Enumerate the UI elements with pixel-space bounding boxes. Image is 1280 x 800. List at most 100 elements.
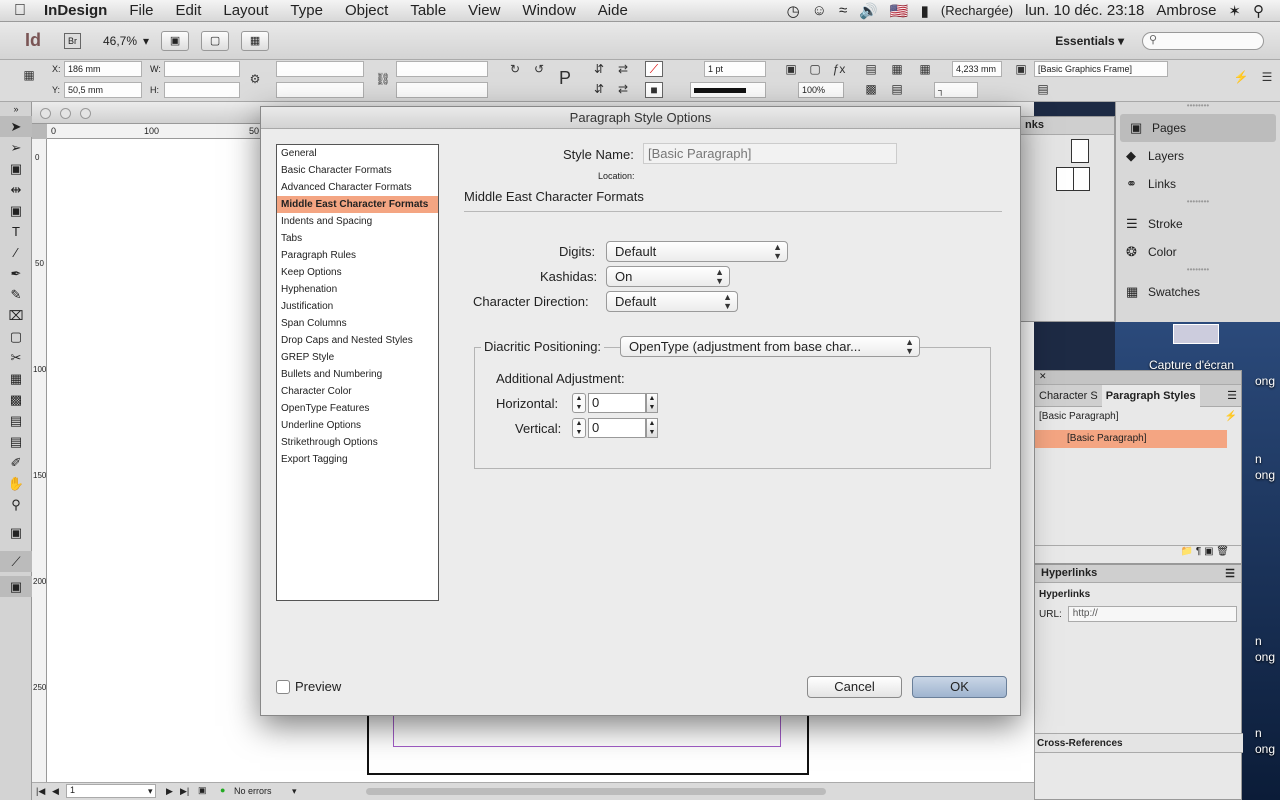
gradient-feather-tool-icon[interactable]: ▤ [0,410,32,431]
battery-icon[interactable]: ▮ [915,2,935,20]
zoom-level[interactable]: 46,7% [103,34,137,48]
width-field[interactable] [164,61,240,77]
scissors-tool-icon[interactable]: ✂ [0,347,32,368]
vertical-stepper-arrows[interactable]: ▲ ▼ [572,418,586,438]
fill-stroke-icon[interactable]: ▣ [0,515,32,551]
dock-grip[interactable]: •••••••• [1116,102,1280,114]
close-icon[interactable]: ✕ [1039,371,1047,381]
menu-file[interactable]: File [118,2,164,19]
category-basic-character-formats[interactable]: Basic Character Formats [277,162,438,179]
cancel-button[interactable]: Cancel [807,676,902,698]
rotate-ccw-icon[interactable]: ↺ [530,62,548,78]
screen-mode-button[interactable]: ▢ [201,30,230,51]
panel-menu-icon[interactable]: ☰ [1258,70,1276,86]
url-input[interactable]: http:// [1067,606,1237,622]
category-span-columns[interactable]: Span Columns [277,315,438,332]
rotate-cw-icon[interactable]: ↻ [506,62,524,78]
preview-checkbox[interactable]: Preview [276,679,341,694]
category-indents-and-spacing[interactable]: Indents and Spacing [277,213,438,230]
apply-none-icon[interactable]: ⟋ [0,551,32,572]
menu-type[interactable]: Type [279,2,334,19]
category-drop-caps-nested-styles[interactable]: Drop Caps and Nested Styles [277,332,438,349]
view-options-button[interactable]: ▣ [161,30,190,51]
last-page-icon[interactable]: ▶| [180,786,189,797]
previous-page-icon[interactable]: ◀ [52,786,59,797]
rectangle-frame-tool-icon[interactable]: ⌧ [0,305,32,326]
category-justification[interactable]: Justification [277,298,438,315]
trash-icon[interactable]: 🗑 [1216,546,1229,557]
category-keep-options[interactable]: Keep Options [277,264,438,281]
style-name-field[interactable]: [Basic Paragraph] [643,143,897,164]
category-hyphenation[interactable]: Hyphenation [277,281,438,298]
horizontal-stepper-arrows[interactable]: ▲ ▼ [572,393,586,413]
opacity-field[interactable]: 100% [798,82,844,98]
page-thumbnail[interactable] [1071,139,1089,163]
pen-tool-icon[interactable]: ✒ [0,263,32,284]
menu-object[interactable]: Object [334,2,399,19]
link-icon[interactable]: ⛓ [374,72,392,88]
vertical-field[interactable]: 0 [588,418,646,438]
kashidas-dropdown[interactable]: On ▲ ▼ [606,266,730,287]
pages-panel-tab[interactable]: nks [1021,117,1114,135]
content-collector-icon[interactable]: ▣ [0,200,32,221]
wifi-icon[interactable]: ≈ [833,2,853,19]
time-machine-icon[interactable]: ◷ [781,2,806,20]
selection-tool-icon[interactable]: ➤ [0,116,32,137]
page-tool-icon[interactable]: ▣ [0,158,32,179]
direct-selection-tool-icon[interactable]: ➢ [0,137,32,158]
select-content-icon[interactable]: ⇄ [614,82,632,98]
new-style-icon[interactable]: ▣ [1204,546,1213,557]
volume-icon[interactable]: 🔊 [853,2,884,20]
flip-horizontal-icon[interactable]: ⇵ [590,62,608,78]
diacritic-positioning-dropdown[interactable]: OpenType (adjustment from base char... ▲ ▼ [620,336,920,357]
zoom-window-icon[interactable] [80,108,91,119]
y-position-field[interactable]: 50,5 mm [64,82,142,98]
scale-x-field[interactable] [276,61,364,77]
x-position-field[interactable]: 186 mm [64,61,142,77]
flip-vertical-icon[interactable]: ⇵ [590,82,608,98]
cross-references-header[interactable]: Cross-References [1035,733,1243,753]
effects-icon[interactable]: ƒx [830,62,848,78]
drop-shadow-icon[interactable]: ▣ [782,62,800,78]
gap-tool-icon[interactable]: ⇹ [0,179,32,200]
scale-y-field[interactable] [276,82,364,98]
dock-grip[interactable]: •••••••• [1116,266,1280,278]
tab-character-styles[interactable]: Character S [1035,390,1102,402]
dock-stroke[interactable]: ☰ Stroke [1116,210,1280,238]
digits-dropdown[interactable]: Default ▲ ▼ [606,241,788,262]
pencil-tool-icon[interactable]: ✎ [0,284,32,305]
accessibility-icon[interactable]: ☺ [806,2,833,19]
page-number-field[interactable]: 1 [66,784,156,798]
menu-indesign[interactable]: InDesign [40,2,118,19]
zoom-tool-icon[interactable]: ⚲ [0,494,32,515]
category-advanced-character-formats[interactable]: Advanced Character Formats [277,179,438,196]
tab-hyperlinks[interactable]: Hyperlinks ☰ [1035,565,1241,583]
object-style-dropdown[interactable]: [Basic Graphics Frame] [1034,61,1168,77]
category-export-tagging[interactable]: Export Tagging [277,451,438,468]
height-field[interactable] [164,82,240,98]
paragraph-icon[interactable]: P [556,68,574,88]
menu-edit[interactable]: Edit [165,2,213,19]
dock-grip[interactable]: •••••••• [1116,198,1280,210]
shear-field[interactable] [396,82,488,98]
select-container-icon[interactable]: ⇄ [614,62,632,78]
input-flag-icon[interactable]: 🇺🇸 [884,2,915,20]
menu-aide[interactable]: Aide [587,2,639,19]
menu-layout[interactable]: Layout [212,2,279,19]
category-character-color[interactable]: Character Color [277,383,438,400]
zoom-dropdown-icon[interactable]: ▾ [143,34,149,48]
note-tool-icon[interactable]: ▤ [0,431,32,452]
free-transform-tool-icon[interactable]: ▦ [0,368,32,389]
dock-color[interactable]: ❂ Color [1116,238,1280,266]
minimize-window-icon[interactable] [60,108,71,119]
category-underline-options[interactable]: Underline Options [277,417,438,434]
rectangle-tool-icon[interactable]: ▢ [0,326,32,347]
category-paragraph-rules[interactable]: Paragraph Rules [277,247,438,264]
corner-options-field[interactable]: ┐ [934,82,978,98]
category-bullets-and-numbering[interactable]: Bullets and Numbering [277,366,438,383]
help-search-input[interactable]: ⚲ [1142,31,1264,50]
dock-layers[interactable]: ◆ Layers [1116,142,1280,170]
desktop-file-thumbnail[interactable] [1173,324,1219,344]
eyedropper-tool-icon[interactable]: ✐ [0,452,32,473]
bridge-button[interactable]: Br [64,32,81,49]
